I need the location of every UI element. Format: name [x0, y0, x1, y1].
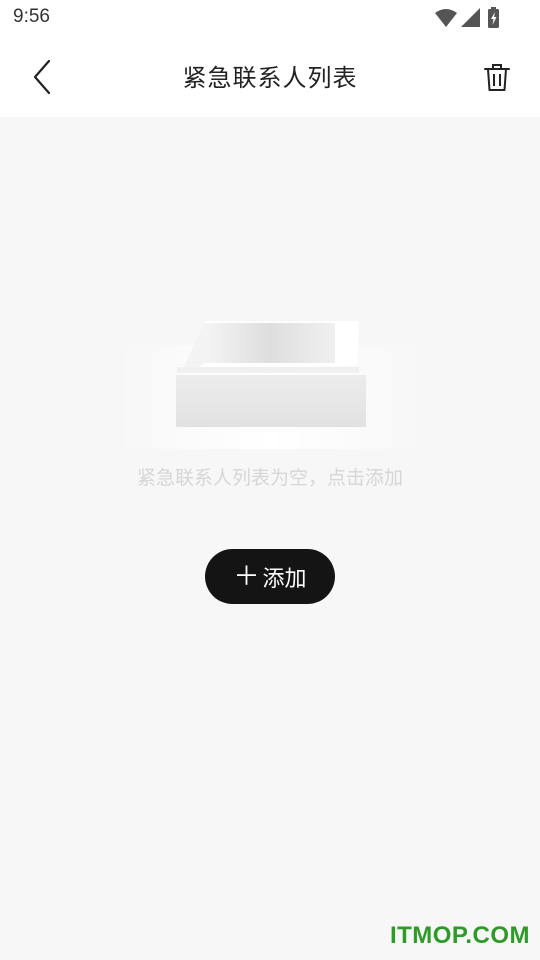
empty-box-icon	[113, 317, 427, 449]
page-title: 紧急联系人列表	[182, 64, 358, 92]
wifi-icon	[435, 9, 457, 27]
plus-icon: ＋	[233, 561, 260, 592]
status-time: 9:56	[13, 6, 50, 27]
empty-state-message: 紧急联系人列表为空，点击添加	[136, 467, 403, 489]
status-bar: 9:56	[0, 0, 540, 36]
battery-charging-icon	[488, 7, 499, 28]
delete-button[interactable]	[474, 54, 520, 100]
trash-icon	[484, 64, 510, 91]
add-button-label: 添加	[262, 566, 307, 592]
cell-signal-icon	[461, 8, 480, 27]
add-contact-button[interactable]: ＋ 添加	[205, 549, 335, 604]
status-icons	[434, 6, 504, 30]
watermark: ITMOP.COM	[389, 922, 530, 949]
main-content: 紧急联系人列表为空，点击添加 ＋ 添加	[0, 117, 540, 960]
app-bar: 紧急联系人列表	[0, 36, 540, 117]
